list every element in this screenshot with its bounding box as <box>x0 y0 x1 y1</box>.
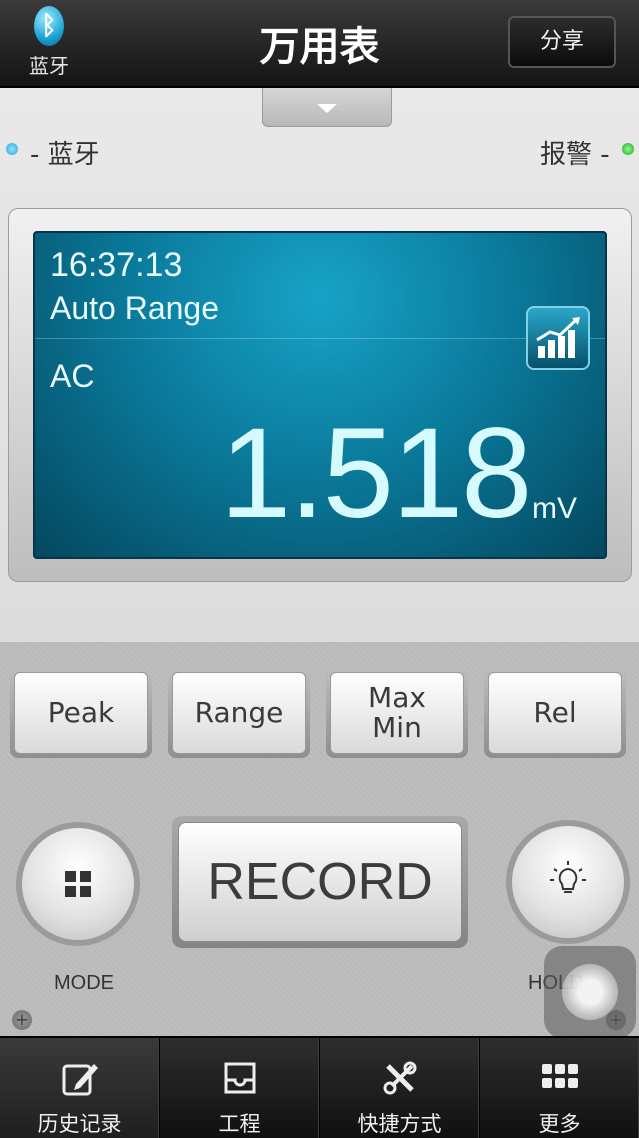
measurement-value: 1.518 <box>220 402 532 545</box>
bluetooth-status: - 蓝牙 <box>30 140 100 170</box>
rel-key-label: Rel <box>488 672 622 754</box>
rel-key[interactable]: Rel <box>484 668 626 758</box>
tab-bar: 历史记录 工程 快捷方式 更多 <box>0 1036 639 1138</box>
tab-project[interactable]: 工程 <box>160 1038 320 1138</box>
measurement-unit: mV <box>532 492 577 525</box>
mode-label: MODE <box>54 972 114 994</box>
peak-key-label: Peak <box>14 672 148 754</box>
max-min-key[interactable]: Max Min <box>326 668 468 758</box>
chevron-down-icon <box>317 104 337 113</box>
tab-history-label: 历史记录 <box>37 1112 122 1136</box>
trend-chart-button[interactable] <box>526 306 590 370</box>
range-key-label: Range <box>172 672 306 754</box>
tab-shortcuts-label: 快捷方式 <box>357 1112 442 1136</box>
reading-time: 16:37:13 <box>50 246 183 284</box>
record-frame: RECORD <box>172 816 468 948</box>
tab-history[interactable]: 历史记录 <box>0 1038 160 1138</box>
tab-shortcuts[interactable]: 快捷方式 <box>320 1038 480 1138</box>
screw-icon: + <box>12 1010 32 1030</box>
bar-chart-icon <box>536 317 580 358</box>
tab-more-label: 更多 <box>538 1112 581 1136</box>
tab-project-label: 工程 <box>218 1112 261 1136</box>
alarm-indicator-dot <box>622 143 634 155</box>
max-min-key-label: Max Min <box>330 672 464 754</box>
hold-button[interactable] <box>506 820 630 944</box>
share-button[interactable]: 分享 <box>508 16 616 68</box>
ac-dc-indicator: AC <box>50 358 95 394</box>
inbox-icon <box>224 1062 255 1094</box>
alarm-status: 报警 - <box>540 140 610 170</box>
record-button[interactable]: RECORD <box>178 822 462 942</box>
bluetooth-indicator-dot <box>6 143 18 155</box>
tools-icon <box>383 1061 416 1095</box>
pull-down-tab[interactable] <box>262 88 392 127</box>
lightbulb-icon <box>550 861 586 893</box>
range-mode: Auto Range <box>50 290 220 326</box>
range-key[interactable]: Range <box>168 668 310 758</box>
edit-icon <box>62 1064 98 1096</box>
assistive-touch-button[interactable] <box>544 946 636 1038</box>
lcd-divider <box>35 338 605 339</box>
mode-button[interactable] <box>16 822 140 946</box>
grid-icon <box>541 1064 578 1088</box>
tab-more[interactable]: 更多 <box>480 1038 639 1138</box>
peak-key[interactable]: Peak <box>10 668 152 758</box>
grid-icon <box>65 871 91 897</box>
